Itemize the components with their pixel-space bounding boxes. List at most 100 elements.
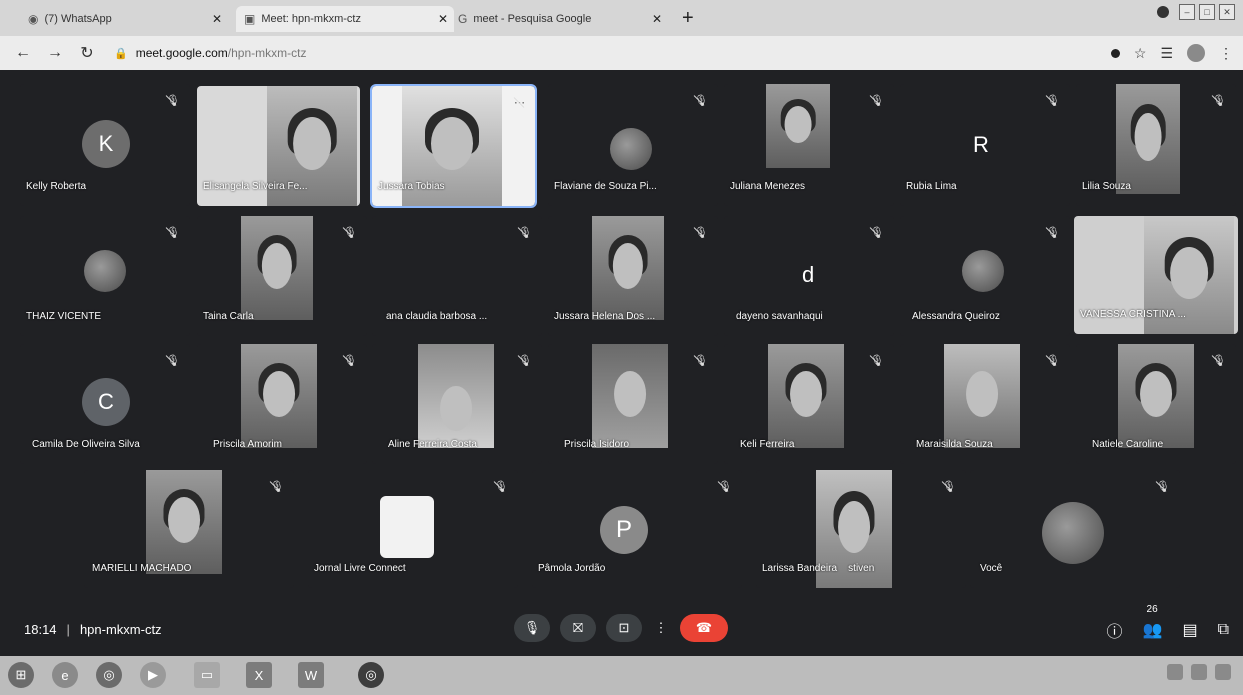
participant-tile[interactable]: R 🎙 Rubia Lima [900,84,1070,206]
reload-icon[interactable]: ↻ [78,43,96,63]
participant-name: Kelly Roberta [26,181,87,192]
participant-tile[interactable]: 🎙 MARIELLI MACHADO [84,470,294,588]
participant-name: Priscila Isidoro [564,439,630,450]
activities-icon[interactable]: ⧉ [1218,621,1229,639]
participant-tile[interactable]: C 🎙 Camila De Oliveira Silva [20,344,190,464]
mic-off-icon: 🎙 [343,355,357,367]
participant-tile[interactable]: 🎙 ana claudia barbosa ... [372,216,542,336]
system-tray [1167,664,1231,680]
media-player-icon[interactable]: ▶ [140,662,166,688]
chrome-icon[interactable]: ◎ [96,662,122,688]
network-icon[interactable] [1167,664,1183,680]
participant-tile[interactable]: K 🎙 Kelly Roberta [20,84,190,206]
leave-call-button[interactable]: ☎ [680,614,728,642]
back-icon[interactable]: ← [14,44,32,62]
ie-icon[interactable]: e [52,662,78,688]
close-icon[interactable]: ✕ [212,12,222,26]
participant-name: Camila De Oliveira Silva [32,439,140,450]
participants-button[interactable]: 26 👥 [1143,604,1163,640]
browser-tab-bar: ◉ (7) WhatsApp ✕ ▣ Meet: hpn-mkxm-ctz ✕ … [0,0,1243,36]
participant-name: ana claudia barbosa ... [386,311,488,322]
explorer-icon[interactable]: ▭ [194,662,220,688]
avatar [962,250,1004,292]
avatar: C [82,378,130,426]
tab-meet[interactable]: ▣ Meet: hpn-mkxm-ctz ✕ [236,6,454,32]
participant-name: Flaviane de Souza Pi... [554,181,657,192]
profile-avatar[interactable] [1187,44,1205,62]
participant-tile[interactable]: VANESSA CRISTINA ... [1074,216,1238,334]
participant-tile[interactable]: d 🎙 dayeno savanhaqui [724,216,894,336]
mic-off-icon: 🎙 [870,227,884,239]
participant-tile[interactable]: 🎙 Priscila Isidoro [548,344,718,464]
meeting-code: hpn-mkxm-ctz [79,622,162,637]
mic-off-icon: 🎙 [1212,355,1226,367]
participant-tile[interactable]: 🎙 Natiele Caroline [1076,344,1236,464]
maximize-button[interactable]: □ [1199,4,1215,20]
mic-off-icon: 🎙 [343,227,357,239]
participant-tile[interactable]: 🎙 Alessandra Queiroz [900,216,1070,336]
participant-name: Jornal Livre Connect [314,563,406,574]
minimize-button[interactable]: – [1179,4,1195,20]
participant-count: 26 [1146,604,1158,615]
profile-icon[interactable] [1157,6,1169,18]
avatar: d [802,262,815,287]
participant-tile[interactable]: 🎙 THAIZ VICENTE [20,216,190,336]
microphone-toggle[interactable]: 🎙 [514,614,550,642]
avatar [1042,502,1104,564]
participant-name: THAIZ VICENTE [26,311,102,322]
battery-icon[interactable] [1215,664,1231,680]
participant-tile[interactable]: 🎙 Jornal Livre Connect [308,470,518,588]
camera-toggle[interactable]: ⛝ [560,614,596,642]
menu-icon[interactable]: ⋮ [1219,45,1233,62]
participant-tile[interactable]: 🎙 Maraisilda Souza [900,344,1070,464]
url-path: /hpn-mkxm-ctz [227,46,307,60]
participant-tile[interactable]: 🎙 Taina Carla [197,216,367,336]
mic-off-icon: 🎙 [518,355,532,367]
close-window-button[interactable]: ✕ [1219,4,1235,20]
new-tab-button[interactable]: + [682,8,694,28]
present-button[interactable]: ⊡ [606,614,642,642]
mic-off-icon: 🎙 [166,355,180,367]
recording-icon[interactable] [1110,48,1120,58]
tab-google-search[interactable]: G meet - Pesquisa Google ✕ [458,6,668,32]
more-vertical-icon: ⋮ [654,620,668,635]
lock-icon: 🔒 [114,47,128,60]
participant-tile[interactable]: Elisangela Silveira Fe... [197,86,360,206]
close-icon[interactable]: ✕ [652,12,662,26]
participant-tile[interactable]: 🎙 Larissa Bandeira stiven [756,470,966,588]
chrome-active-icon[interactable]: ◎ [358,662,384,688]
forward-icon[interactable]: → [46,44,64,62]
mic-off-icon: 🎙 [1046,95,1060,107]
mic-off-icon: 🎙 [870,95,884,107]
volume-icon[interactable] [1191,664,1207,680]
mic-off-icon: 🎙 [870,355,884,367]
address-bar-row: ← → ↻ 🔒 meet.google.com/hpn-mkxm-ctz ☆ ☰… [0,36,1243,70]
tab-whatsapp[interactable]: ◉ (7) WhatsApp ✕ [28,6,228,32]
excel-icon[interactable]: X [246,662,272,688]
reading-list-icon[interactable]: ☰ [1160,45,1173,62]
participant-tile[interactable]: 🎙 Lilia Souza [1076,84,1236,206]
more-options-icon[interactable]: ⋯ [514,96,525,109]
url-field[interactable]: 🔒 meet.google.com/hpn-mkxm-ctz [114,46,306,60]
participant-tile[interactable]: 🎙 Priscila Amorim [197,344,367,464]
bookmark-star-icon[interactable]: ☆ [1134,45,1147,62]
self-tile[interactable]: 🎙 Você [970,470,1180,588]
participant-tile[interactable]: 🎙 Juliana Menezes [724,84,894,206]
close-icon[interactable]: ✕ [438,12,448,26]
participant-name: Priscila Amorim [213,439,282,450]
more-options-button[interactable]: ⋮ [652,614,670,642]
word-icon[interactable]: W [298,662,324,688]
info-icon[interactable]: ⓘ [1107,618,1123,642]
start-icon[interactable]: ⊞ [8,662,34,688]
participant-tile[interactable]: ⋯ Jussara Tobias [370,84,537,208]
avatar [84,250,126,292]
participant-tile[interactable]: 🎙 Flaviane de Souza Pi... [548,84,718,206]
participant-tile[interactable]: 🎙 Keli Ferreira [724,344,894,464]
participant-tile[interactable]: 🎙 Jussara Helena Dos ... [548,216,718,336]
participant-tile[interactable]: 🎙 Aline Ferreira Costa [372,344,542,464]
meet-grid: K 🎙 Kelly Roberta Elisangela Silveira Fe… [0,70,1243,656]
meet-icon: ▣ [244,12,256,26]
chat-icon[interactable]: ▤ [1182,620,1197,640]
participant-tile[interactable]: P 🎙 Pâmola Jordão [532,470,742,588]
participant-name: dayeno savanhaqui [736,311,823,322]
